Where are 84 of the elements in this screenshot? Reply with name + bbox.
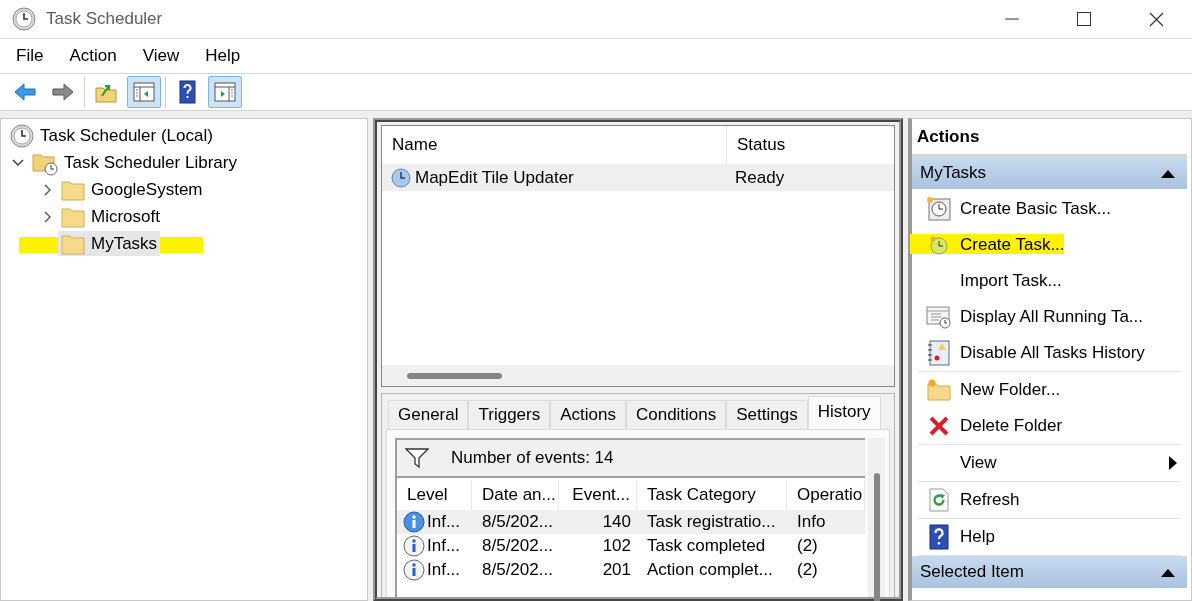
info-icon: [403, 535, 425, 557]
tree-item[interactable]: Task Scheduler (Local): [7, 123, 216, 148]
menu-item[interactable]: Action: [59, 46, 127, 66]
pane-command[interactable]: Display All Running Ta...: [918, 299, 1181, 335]
minimize-icon: [1005, 18, 1019, 20]
event-category: Task completed: [646, 536, 767, 556]
clock-icon: [10, 123, 34, 148]
close-icon: [1148, 11, 1164, 27]
horizontal-scrollbar[interactable]: [382, 365, 894, 386]
delete-icon: [928, 415, 950, 437]
event-level: Inf...: [427, 512, 461, 532]
chevron-icon[interactable]: [43, 183, 51, 196]
maximize-icon: [1077, 12, 1091, 26]
menu-item[interactable]: File: [6, 46, 54, 66]
forward-arrow-icon: [51, 80, 75, 104]
event-category: Task registratio...: [646, 512, 777, 532]
table-clock-icon: [926, 305, 952, 329]
pane-command[interactable]: View: [918, 445, 1181, 481]
pane-command[interactable]: New Folder...: [918, 372, 1181, 408]
notebook-icon: [927, 340, 951, 366]
pane-command[interactable]: Import Task...: [918, 263, 1181, 299]
right-pane-icon: [213, 80, 237, 104]
tree-item[interactable]: Task Scheduler Library: [29, 150, 240, 175]
folder-icon: [927, 379, 951, 401]
folder-icon: [61, 178, 85, 201]
chevron-icon[interactable]: [12, 159, 24, 166]
help-icon: [929, 524, 949, 550]
section-title: MyTasks: [920, 163, 987, 183]
tab[interactable]: Settings: [726, 400, 808, 429]
section-header[interactable]: Selected Item: [912, 556, 1187, 588]
pane-command[interactable]: Create Basic Task...: [918, 191, 1181, 227]
refresh-icon: [928, 488, 950, 512]
calendar-clock-icon: [926, 196, 952, 222]
tab[interactable]: Triggers: [468, 400, 551, 429]
event-date: 8/5/202...: [481, 512, 554, 532]
folder-icon: [61, 205, 85, 228]
pane-command[interactable]: Create Task...: [918, 227, 1181, 263]
event-id: 102: [601, 536, 632, 556]
event-opcode: Info: [796, 512, 827, 532]
event-opcode: (2): [796, 560, 819, 580]
event-date: 8/5/202...: [481, 560, 554, 580]
chevron-icon[interactable]: [43, 210, 51, 223]
tab[interactable]: Conditions: [625, 400, 727, 429]
event-row[interactable]: Inf... 8/5/202... 102 Task completed (2): [397, 534, 865, 558]
collapse-icon[interactable]: [1161, 567, 1175, 577]
event-id: 201: [601, 560, 632, 580]
task-name: MapEdit Tile Updater: [415, 167, 574, 188]
event-row[interactable]: Inf... 8/5/202... 201 Action complet... (2): [397, 558, 865, 582]
pane-command[interactable]: Delete Folder: [918, 408, 1181, 444]
menu-item[interactable]: View: [132, 46, 190, 66]
section-title: Selected Item: [920, 562, 1024, 582]
back-arrow-icon: [13, 80, 37, 104]
app-clock-icon: [12, 7, 36, 31]
event-count: Number of events: 14: [451, 448, 614, 468]
event-level: Inf...: [427, 536, 461, 556]
menu-item[interactable]: Help: [195, 46, 251, 66]
collapse-icon[interactable]: [1161, 168, 1175, 178]
tab[interactable]: General: [388, 400, 469, 429]
tree-item[interactable]: MyTasks: [58, 231, 161, 256]
window-title: Task Scheduler: [46, 9, 164, 29]
event-opcode: (2): [796, 536, 819, 556]
info-icon: [403, 511, 425, 533]
tab[interactable]: Actions: [550, 400, 626, 429]
task-status: Ready: [734, 167, 786, 188]
event-level: Inf...: [427, 560, 461, 580]
tree-item[interactable]: GoogleSystem: [58, 177, 206, 202]
column-header[interactable]: Name: [382, 126, 726, 164]
folder-icon: [61, 232, 85, 255]
event-row[interactable]: Inf... 8/5/202... 140 Task registratio... Info: [397, 510, 865, 534]
pane-command[interactable]: Refresh: [918, 482, 1181, 518]
filter-icon[interactable]: [405, 447, 429, 469]
pane-command[interactable]: Disable All Tasks History: [918, 335, 1181, 371]
clock-icon: [391, 167, 411, 188]
left-pane-icon: [132, 80, 156, 104]
event-category: Action complet...: [646, 560, 774, 580]
tree-item[interactable]: Microsoft: [58, 204, 163, 229]
task-row[interactable]: MapEdit Tile Updater Ready: [382, 164, 894, 191]
section-header[interactable]: MyTasks: [912, 157, 1187, 189]
event-date: 8/5/202...: [481, 536, 554, 556]
tab[interactable]: History: [807, 396, 881, 429]
info-icon: [403, 559, 425, 581]
clock-icon: [928, 234, 950, 256]
event-id: 140: [601, 512, 632, 532]
pane-command[interactable]: Help: [918, 519, 1181, 555]
